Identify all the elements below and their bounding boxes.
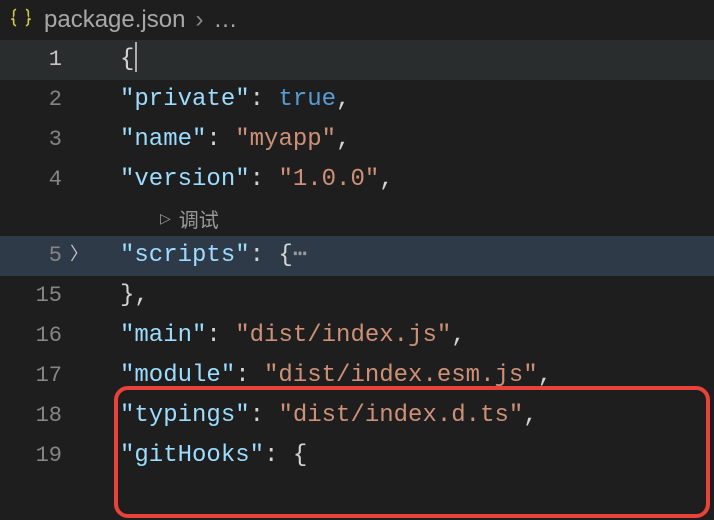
line-number: 1 (0, 40, 70, 80)
code-line[interactable]: 3 "name": "myapp", (0, 120, 714, 160)
line-number: 5 (0, 236, 70, 276)
code-line[interactable]: 5 〉 "scripts": {⋯ (0, 236, 714, 276)
play-icon: ▷ (160, 210, 171, 227)
folded-indicator[interactable]: ⋯ (293, 242, 307, 269)
breadcrumb-separator: › (195, 6, 203, 34)
line-number: 19 (0, 436, 70, 476)
fold-collapsed-icon[interactable]: 〉 (70, 236, 98, 276)
code-line[interactable]: 18 "typings": "dist/index.d.ts", (0, 396, 714, 436)
codelens-label: 调试 (179, 204, 219, 233)
breadcrumb-filename[interactable]: package.json (44, 6, 185, 34)
code-line[interactable]: 2 "private": true, (0, 80, 714, 120)
code-line[interactable]: 4 "version": "1.0.0", (0, 160, 714, 200)
code-editor[interactable]: 1 { 2 "private": true, 3 "name": "myapp"… (0, 40, 714, 476)
code-line[interactable]: 15 }, (0, 276, 714, 316)
code-line[interactable]: 1 { (0, 40, 714, 80)
line-number: 15 (0, 276, 70, 316)
breadcrumb-more[interactable]: … (213, 6, 238, 34)
code-line[interactable]: 19 "gitHooks": { (0, 436, 714, 476)
line-number: 16 (0, 316, 70, 356)
code-line[interactable]: 17 "module": "dist/index.esm.js", (0, 356, 714, 396)
json-file-icon (8, 7, 34, 33)
line-number: 4 (0, 160, 70, 200)
codelens-debug[interactable]: ▷ 调试 (0, 200, 714, 236)
code-line[interactable]: 16 "main": "dist/index.js", (0, 316, 714, 356)
line-number: 18 (0, 396, 70, 436)
line-number: 3 (0, 120, 70, 160)
text-cursor (135, 42, 137, 72)
line-number: 2 (0, 80, 70, 120)
breadcrumb[interactable]: package.json › … (0, 0, 714, 40)
line-number: 17 (0, 356, 70, 396)
